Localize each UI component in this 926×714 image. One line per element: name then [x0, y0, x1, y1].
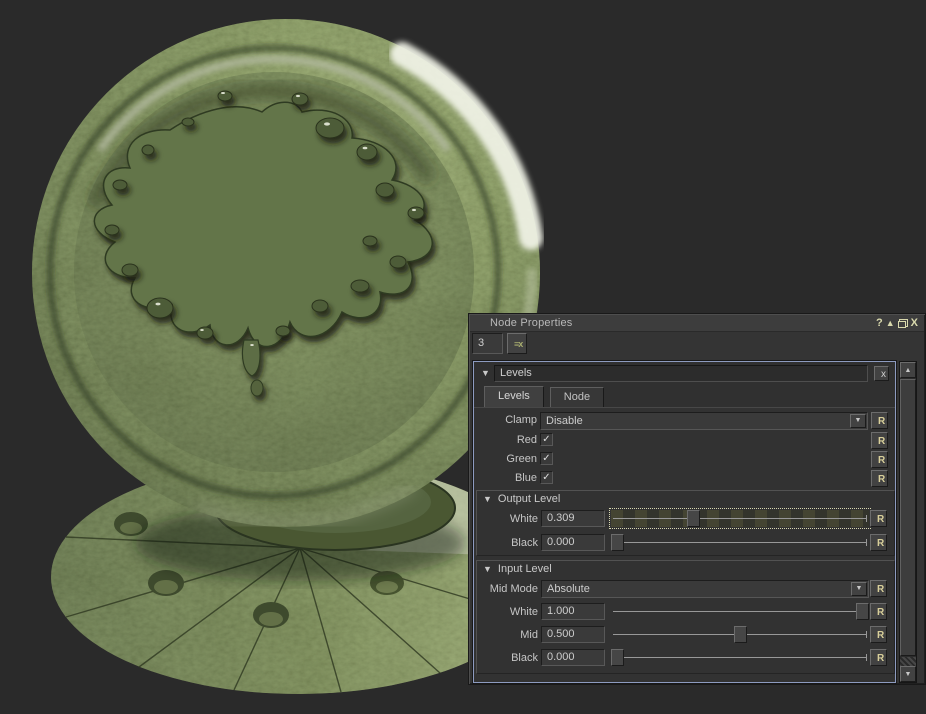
pin-icon[interactable]: ▲ — [886, 319, 895, 328]
input-black-row: Black 0.000 R — [477, 649, 894, 669]
input-level-section: ▼ Input Level Mid Mode Absolute ▼ R Whit… — [476, 560, 895, 674]
mid-mode-reset-button[interactable]: R — [870, 580, 887, 597]
restore-icon[interactable] — [898, 319, 908, 328]
blue-checkbox[interactable]: ✓ — [540, 471, 553, 484]
scroll-down-icon[interactable]: ▼ — [900, 666, 916, 682]
input-mid-reset-button[interactable]: R — [870, 626, 887, 643]
check-icon: ✓ — [542, 434, 550, 445]
output-black-value[interactable]: 0.000 — [541, 534, 605, 551]
output-level-header: ▼ Output Level — [483, 493, 560, 505]
input-white-label: White — [477, 606, 538, 618]
tab-levels[interactable]: Levels — [484, 386, 544, 408]
red-row: Red ✓ R — [474, 432, 895, 451]
block-tabs: Levels Node — [484, 387, 604, 408]
node-properties-panel: Node Properties ? ▲ X 3 ≡x ▼ Levels x Le… — [468, 313, 926, 685]
output-white-reset-button[interactable]: R — [870, 510, 887, 527]
input-black-label: Black — [477, 652, 538, 664]
input-white-row: White 1.000 R — [477, 603, 894, 623]
node-index-field[interactable]: 3 — [472, 333, 503, 354]
help-icon[interactable]: ? — [876, 318, 883, 329]
output-white-value[interactable]: 0.309 — [541, 510, 605, 527]
clamp-label: Clamp — [474, 414, 537, 426]
output-white-label: White — [477, 513, 538, 525]
block-header: ▼ Levels x — [476, 364, 893, 384]
red-label: Red — [474, 434, 537, 446]
tab-node[interactable]: Node — [550, 387, 604, 408]
output-black-reset-button[interactable]: R — [870, 534, 887, 551]
green-reset-button[interactable]: R — [871, 451, 888, 468]
input-mid-row: Mid 0.500 R — [477, 626, 894, 646]
mid-mode-label: Mid Mode — [477, 583, 538, 595]
collapse-icon[interactable]: ▼ — [483, 565, 492, 574]
collapse-icon[interactable]: ▼ — [483, 495, 492, 504]
output-white-slider[interactable] — [611, 510, 869, 527]
input-black-slider[interactable] — [611, 649, 869, 666]
scrollbar-thumb[interactable] — [900, 379, 916, 656]
red-reset-button[interactable]: R — [871, 432, 888, 449]
clamp-dropdown[interactable]: Disable ▼ — [540, 412, 868, 430]
mid-mode-value: Absolute — [542, 583, 851, 595]
block-content: Clamp Disable ▼ R Red ✓ R Green ✓ R Blue — [474, 407, 895, 682]
chevron-down-icon[interactable]: ▼ — [851, 582, 867, 596]
check-icon: ✓ — [542, 472, 550, 483]
node-name-field[interactable]: Levels — [494, 365, 868, 382]
levels-node-block: ▼ Levels x Levels Node Clamp Disable ▼ R… — [473, 361, 896, 683]
output-level-title: Output Level — [498, 493, 560, 505]
output-black-label: Black — [477, 537, 538, 549]
panel-scrollbar[interactable]: ▲ ▼ — [899, 361, 917, 683]
slider-thumb[interactable] — [611, 649, 624, 666]
slider-thumb[interactable] — [734, 626, 747, 643]
green-label: Green — [474, 453, 537, 465]
output-white-row: White 0.309 R — [477, 510, 894, 530]
red-checkbox[interactable]: ✓ — [540, 433, 553, 446]
input-level-title: Input Level — [498, 563, 552, 575]
slider-track — [613, 657, 867, 658]
input-white-value[interactable]: 1.000 — [541, 603, 605, 620]
chevron-down-icon[interactable]: ▼ — [850, 414, 866, 428]
input-mid-label: Mid — [477, 629, 538, 641]
blue-reset-button[interactable]: R — [871, 470, 888, 487]
slider-track — [613, 518, 867, 519]
clamp-value: Disable — [541, 415, 850, 427]
panel-titlebar[interactable]: Node Properties ? ▲ X — [470, 315, 924, 332]
output-black-slider[interactable] — [611, 534, 869, 551]
output-level-section: ▼ Output Level White 0.309 R Black 0.000 — [476, 490, 895, 556]
green-row: Green ✓ R — [474, 451, 895, 470]
input-black-reset-button[interactable]: R — [870, 649, 887, 666]
preview-sphere — [32, 19, 540, 527]
close-window-icon[interactable]: X — [911, 318, 918, 329]
slider-thumb[interactable] — [611, 534, 624, 551]
remove-node-button[interactable]: x — [874, 366, 889, 381]
input-mid-slider[interactable] — [611, 626, 869, 643]
input-black-value[interactable]: 0.000 — [541, 649, 605, 666]
input-white-slider[interactable] — [611, 603, 869, 620]
clamp-reset-button[interactable]: R — [871, 412, 888, 429]
slider-track — [613, 542, 867, 543]
mid-mode-row: Mid Mode Absolute ▼ R — [477, 580, 894, 600]
blue-row: Blue ✓ R — [474, 470, 895, 489]
check-icon: ✓ — [542, 453, 550, 464]
mid-mode-dropdown[interactable]: Absolute ▼ — [541, 580, 869, 598]
green-checkbox[interactable]: ✓ — [540, 452, 553, 465]
blue-label: Blue — [474, 472, 537, 484]
input-mid-value[interactable]: 0.500 — [541, 626, 605, 643]
slider-track — [613, 611, 867, 612]
collapse-icon[interactable]: ▼ — [481, 369, 490, 378]
rename-node-button[interactable]: ≡x — [507, 333, 527, 354]
slider-thumb[interactable] — [687, 510, 700, 527]
output-black-row: Black 0.000 R — [477, 534, 894, 554]
input-level-header: ▼ Input Level — [483, 563, 552, 575]
panel-title: Node Properties — [490, 317, 573, 329]
slider-thumb[interactable] — [856, 603, 869, 620]
scroll-up-icon[interactable]: ▲ — [900, 362, 916, 378]
clamp-row: Clamp Disable ▼ R — [474, 411, 895, 430]
input-white-reset-button[interactable]: R — [870, 603, 887, 620]
